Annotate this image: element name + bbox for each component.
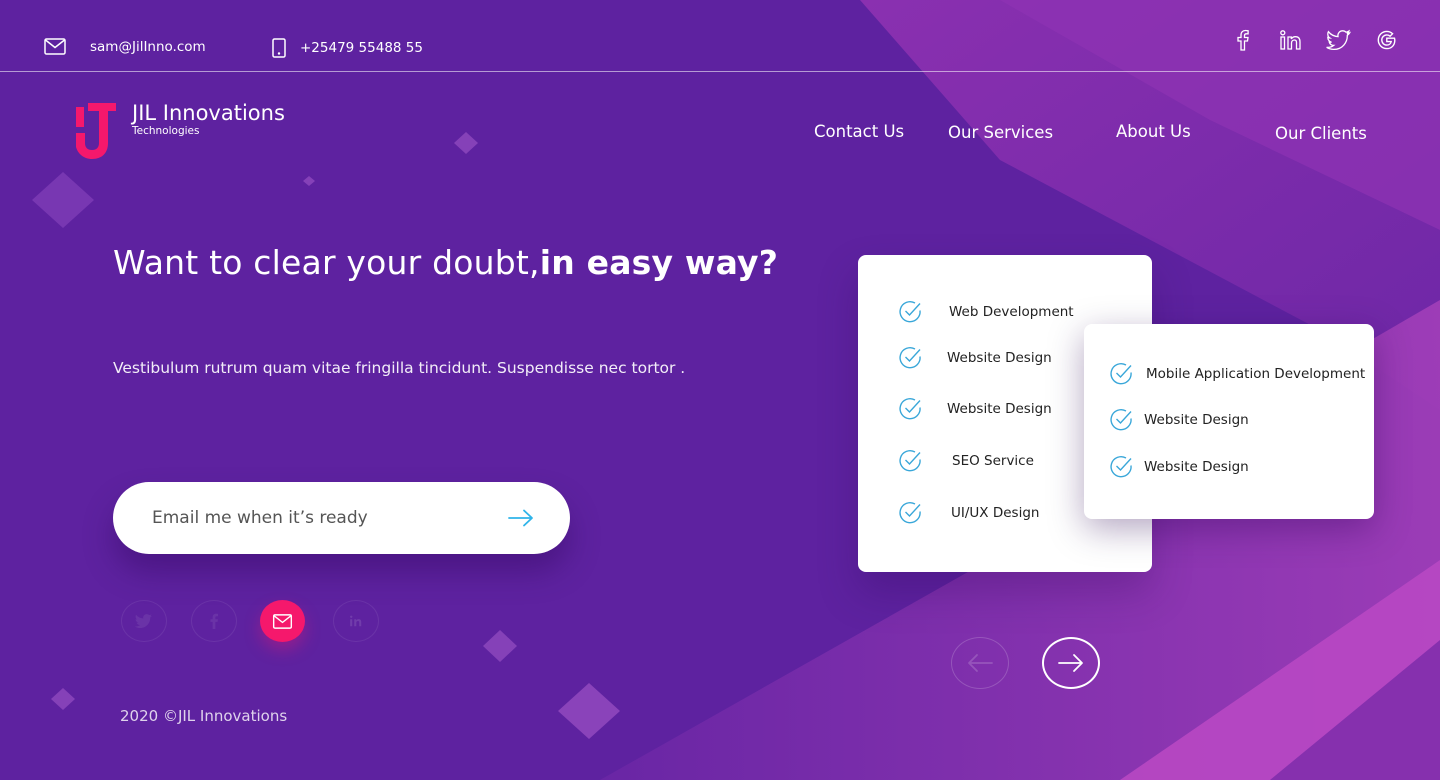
arrow-right-icon [508,509,533,527]
linkedin-icon[interactable] [1278,28,1304,52]
service-item[interactable]: UI/UX Design [898,500,1039,525]
service-item[interactable]: Web Development [898,299,1074,324]
nav-our-services[interactable]: Our Services [948,123,1053,142]
service-item[interactable]: Mobile Application Development [1109,361,1365,386]
service-label: UI/UX Design [951,504,1040,521]
check-circle-icon [1110,363,1132,385]
check-circle-icon [899,502,921,524]
service-item[interactable]: Website Design [1109,407,1249,432]
submit-arrow-button[interactable] [508,509,534,527]
arrow-left-icon [968,654,993,672]
contact-phone[interactable]: +25479 55488 55 [272,38,423,58]
twitter-icon[interactable] [1326,28,1352,52]
service-label: SEO Service [952,452,1034,469]
hero-subtitle: Vestibulum rutrum quam vitae fringilla t… [113,359,686,377]
service-item[interactable]: Website Design [898,396,1052,421]
contact-email[interactable]: sam@JilInno.com [44,38,206,55]
carousel-next-button[interactable] [1042,637,1100,689]
service-label: Website Design [1144,411,1249,428]
social-links-top [1230,28,1400,52]
check-circle-icon [1110,409,1132,431]
main-nav: Contact Us Our Services About Us Our Cli… [0,120,1440,150]
footer-copyright: 2020 ©JIL Innovations [120,707,288,725]
email-input[interactable] [152,508,482,528]
facebook-icon [210,613,218,629]
check-circle-icon [899,398,921,420]
hero-title-bold: in easy way? [539,243,779,282]
facebook-icon[interactable] [1230,28,1256,52]
nav-about-us[interactable]: About Us [1116,122,1191,141]
mail-button[interactable] [260,600,305,642]
facebook-button[interactable] [191,600,237,642]
service-label: Web Development [949,303,1074,320]
check-circle-icon [1110,456,1132,478]
linkedin-icon [350,615,362,627]
nav-our-clients[interactable]: Our Clients [1275,124,1367,143]
check-circle-icon [899,301,921,323]
service-label: Mobile Application Development [1146,365,1366,382]
contact-email-text: sam@JilInno.com [90,38,206,55]
service-item[interactable]: Website Design [898,345,1052,370]
check-circle-icon [899,347,921,369]
hero-title: Want to clear your doubt,in easy way? [113,243,778,282]
carousel-prev-button[interactable] [951,637,1009,689]
twitter-icon [134,614,152,629]
mail-icon [44,38,66,55]
top-bar: sam@JilInno.com +25479 55488 55 [0,0,1440,72]
twitter-button[interactable] [121,600,167,642]
mail-icon [272,613,293,629]
social-links-bottom [121,600,381,644]
service-item[interactable]: SEO Service [898,448,1034,473]
google-icon[interactable] [1374,28,1400,52]
service-label: Website Design [947,400,1052,417]
nav-contact-us[interactable]: Contact Us [814,122,904,141]
service-item[interactable]: Website Design [1109,454,1249,479]
contact-phone-text: +25479 55488 55 [300,40,423,56]
email-subscribe-box [113,482,570,554]
services-card-secondary: Mobile Application Development Website D… [1084,324,1374,519]
hero-title-regular: Want to clear your doubt, [113,243,540,282]
phone-icon [272,38,286,58]
linkedin-button[interactable] [333,600,379,642]
arrow-right-icon [1058,654,1083,672]
check-circle-icon [899,450,921,472]
service-label: Website Design [1144,458,1249,475]
service-label: Website Design [947,349,1052,366]
